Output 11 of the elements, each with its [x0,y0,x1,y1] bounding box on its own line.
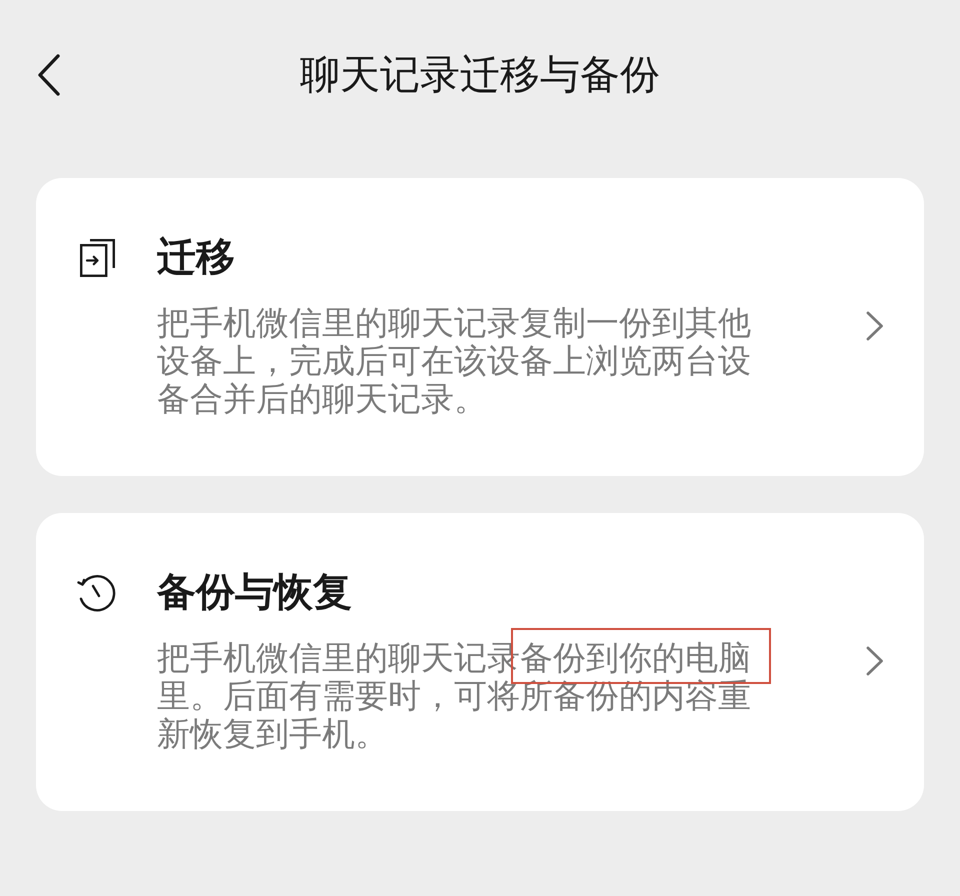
history-icon [77,573,117,613]
chevron-right-icon [866,311,884,341]
chevron-right-icon [866,646,884,676]
card-title: 迁移 [157,234,236,282]
card-description: 把手机微信里的聊天记录复制一份到其他设备上，完成后可在该设备上浏览两台设备合并后的聊天记录。 [157,304,752,418]
card-title: 备份与恢复 [157,569,353,617]
menu-card[interactable]: 迁移 把手机微信里的聊天记录复制一份到其他设备上，完成后可在该设备上浏览两台设备合并后的聊天记录。 [36,178,924,476]
back-button[interactable] [37,54,61,96]
chevron-left-icon [37,54,61,96]
migrate-icon [80,239,114,277]
page-title: 聊天记录迁移与备份 [300,51,660,99]
